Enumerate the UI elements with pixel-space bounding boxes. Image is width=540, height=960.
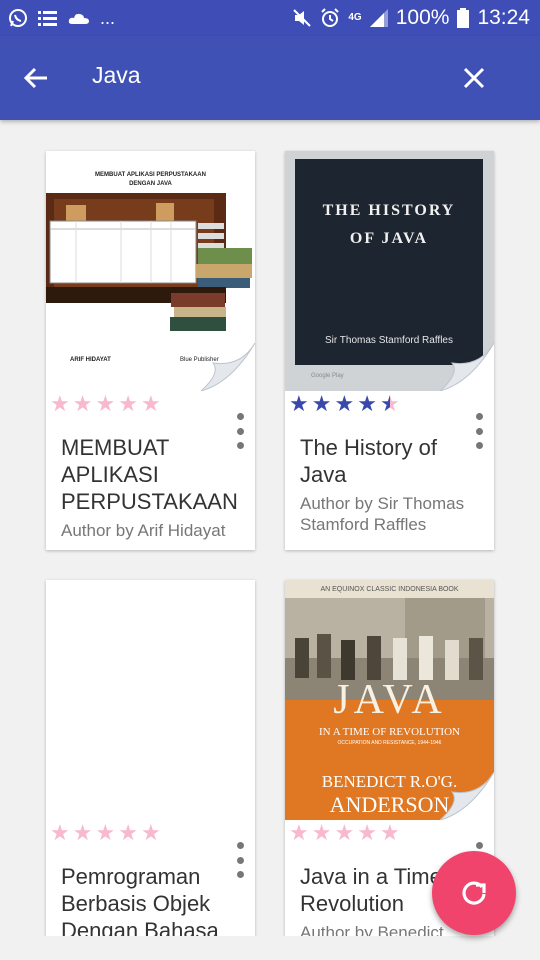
star-icon: ★ — [50, 391, 70, 416]
cover-heading-line2: OF JAVA — [349, 230, 429, 247]
star-icon: ★ — [140, 820, 161, 845]
star-icon: ★ — [72, 820, 93, 845]
cover-heading-line2: DENGAN JAVA — [129, 181, 172, 187]
book-cover: MEMBUAT APLIKASI PERPUSTAKAAN DENGAN JAV… — [46, 151, 255, 391]
cover-heading-line1: MEMBUAT APLIKASI PERPUSTAKAAN — [95, 172, 206, 178]
book-cover: AN EQUINOX CLASSIC INDONESIA BOOK JAVA I… — [285, 580, 494, 820]
star-icon: ★ — [379, 820, 400, 845]
book-title: MEMBUAT APLIKASI PERPUSTAKAAN — [61, 435, 238, 514]
star-rating: ★ ★ ★ ★ ★ — [289, 391, 400, 417]
star-icon: ★ — [289, 820, 309, 845]
book-card[interactable]: ★ ★ ★ ★ ★ Pemrograman Berbasis Objek Dengan … — [46, 580, 255, 936]
page-curl — [201, 343, 255, 391]
book-card[interactable]: MEMBUAT APLIKASI PERPUSTAKAAN DENGAN JAV… — [46, 151, 255, 550]
book-author: Author by Sir Thomas Stamford Raffles — [300, 494, 465, 534]
star-icon: ★ — [311, 820, 332, 845]
cover-illustration — [46, 193, 252, 331]
book-title: Pemrograman Berbasis Objek Dengan Bahasa — [61, 864, 219, 936]
book-card[interactable]: THE HISTORY OF JAVA Sir Thomas Stamford … — [285, 151, 494, 550]
refresh-button[interactable] — [432, 851, 516, 935]
cover-footer: Google Play — [311, 373, 344, 379]
star-icon: ★ — [50, 820, 70, 845]
book-grid: MEMBUAT APLIKASI PERPUSTAKAAN DENGAN JAV… — [0, 0, 540, 936]
book-author: Author by Arif Hidayat — [61, 521, 226, 540]
star-icon: ★ — [95, 391, 116, 416]
star-icon: ★ — [334, 391, 355, 416]
book-title: The History of Java — [300, 435, 437, 487]
star-icon: ★ — [140, 391, 161, 416]
cover-series: AN EQUINOX CLASSIC INDONESIA BOOK — [320, 586, 459, 593]
star-icon: ★ — [357, 820, 377, 845]
star-rating: ★ ★ ★ ★ ★ — [50, 391, 161, 417]
star-rating: ★ ★ ★ ★ ★ — [50, 820, 161, 846]
cover-heading: JAVA — [333, 677, 446, 723]
cover-subtitle: IN A TIME OF REVOLUTION — [319, 726, 460, 738]
star-icon: ★ — [311, 391, 332, 416]
star-icon: ★ — [289, 391, 309, 416]
cover-subtitle2: OCCUPATION AND RESISTANCE, 1944-1946 — [337, 740, 442, 746]
page-curl — [440, 772, 494, 820]
cover-heading: THE HISTORY OF JAVA — [295, 197, 483, 253]
star-icon: ★ — [95, 820, 116, 845]
star-icon: ★ — [379, 391, 400, 416]
cover-dark-panel: THE HISTORY OF JAVA Sir Thomas Stamford … — [295, 159, 483, 365]
refresh-icon — [462, 881, 486, 905]
star-icon: ★ — [334, 820, 355, 845]
cover-heading: MEMBUAT APLIKASI PERPUSTAKAAN DENGAN JAV… — [46, 171, 255, 189]
cover-heading-line1: THE HISTORY — [322, 202, 456, 219]
star-icon: ★ — [72, 391, 93, 416]
star-rating: ★ ★ ★ ★ ★ — [289, 820, 400, 846]
cover-author: ARIF HIDAYAT — [70, 357, 111, 363]
book-cover: THE HISTORY OF JAVA Sir Thomas Stamford … — [285, 151, 494, 391]
star-icon: ★ — [118, 820, 138, 845]
star-icon: ★ — [118, 391, 138, 416]
star-icon: ★ — [357, 391, 377, 416]
page-curl — [440, 343, 494, 391]
book-cover — [46, 580, 255, 820]
